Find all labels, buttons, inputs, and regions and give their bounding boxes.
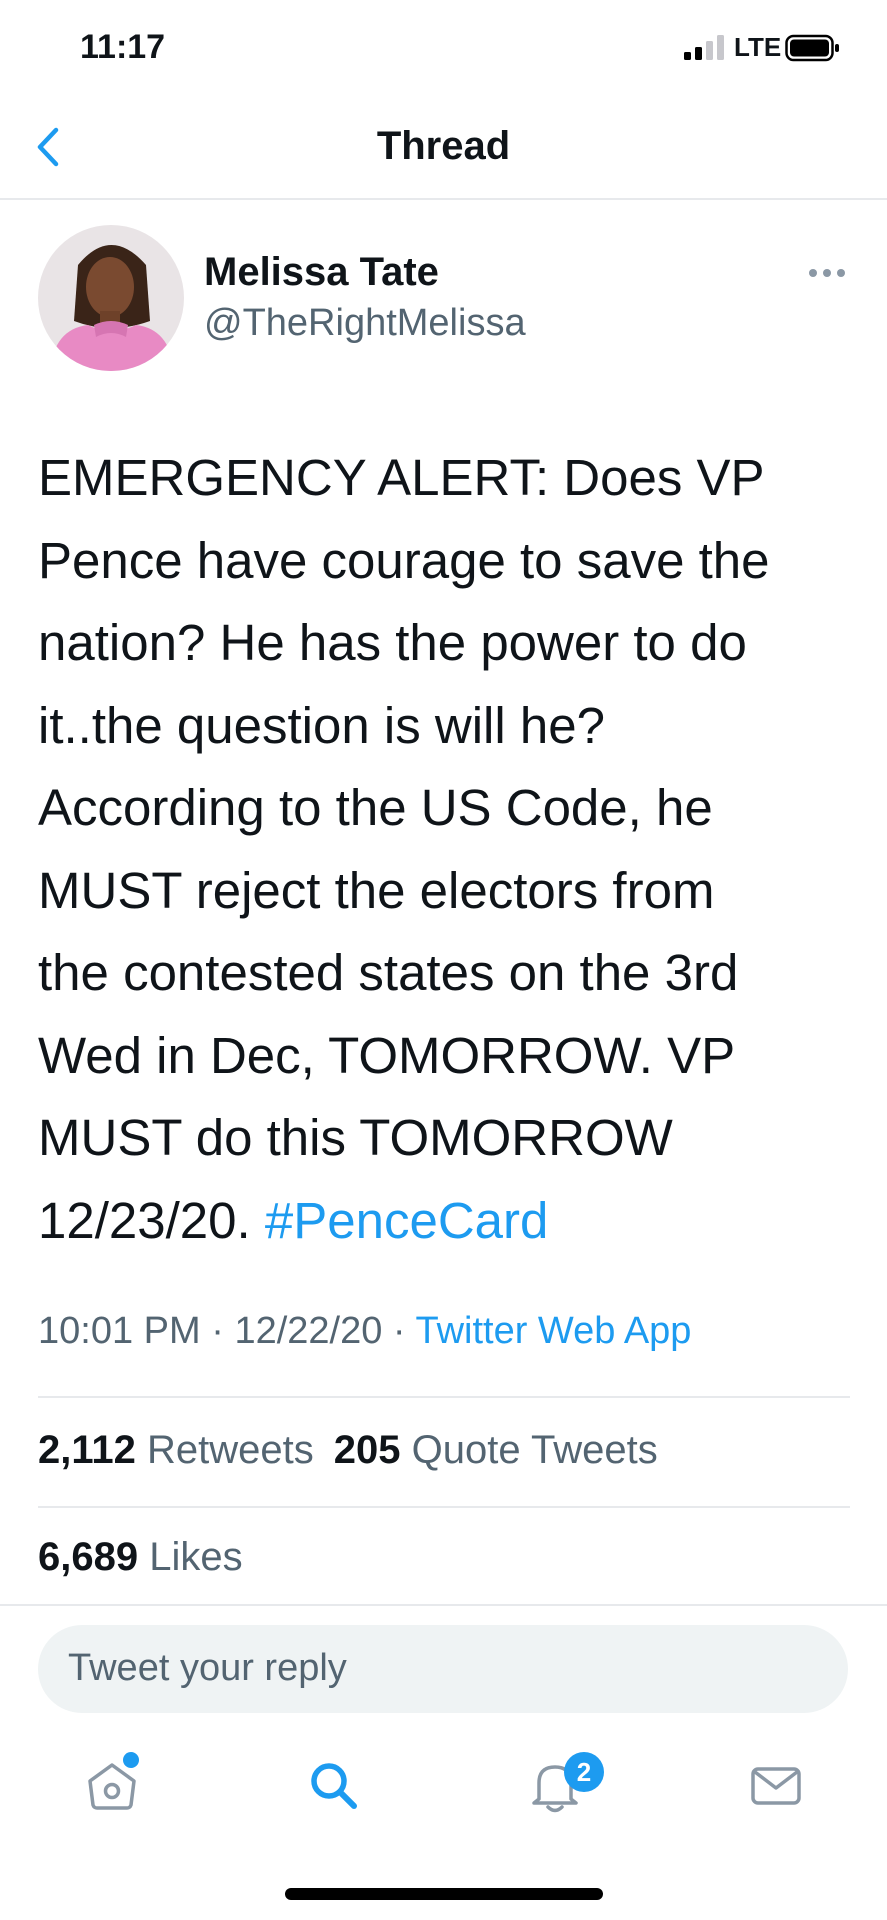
avatar-image [38, 225, 184, 371]
likes-stat[interactable]: 6,689 Likes [38, 1535, 243, 1579]
reply-placeholder: Tweet your reply [68, 1647, 347, 1689]
retweets-label: Retweets [147, 1428, 314, 1472]
tweet-meta: 10:01 PM · 12/22/20 · Twitter Web App [38, 1310, 691, 1353]
avatar[interactable] [38, 225, 184, 371]
divider [38, 1506, 850, 1508]
meta-separator: · [211, 1310, 224, 1352]
likes-row: 6,689 Likes [38, 1535, 263, 1580]
author-name[interactable]: Melissa Tate [204, 250, 439, 295]
reply-input[interactable]: Tweet your reply [38, 1625, 848, 1713]
likes-label: Likes [149, 1535, 243, 1579]
tweet-body: EMERGENCY ALERT: Does VP Pence have cour… [38, 449, 770, 1249]
navigation-bar: Thread [0, 100, 887, 200]
quote-tweets-stat[interactable]: 205 Quote Tweets [334, 1428, 658, 1472]
network-label: LTE [734, 32, 782, 62]
meta-separator: · [392, 1310, 406, 1352]
hashtag-link[interactable]: #PenceCard [265, 1192, 549, 1249]
more-options-icon[interactable] [805, 260, 849, 286]
quote-tweets-count: 205 [333, 1428, 401, 1472]
tweet-text: EMERGENCY ALERT: Does VP Pence have cour… [38, 437, 858, 1262]
signal-icon [684, 35, 724, 60]
search-icon[interactable] [303, 1755, 363, 1815]
status-time: 11:17 [80, 28, 166, 66]
tweet-date: 12/22/20 [234, 1310, 383, 1352]
page-title: Thread [376, 124, 511, 168]
notifications-badge: 2 [564, 1752, 604, 1792]
likes-count: 6,689 [38, 1535, 139, 1579]
messages-icon[interactable] [746, 1755, 806, 1815]
home-indicator [285, 1888, 603, 1900]
tweet-time: 10:01 PM [38, 1310, 201, 1352]
author-handle[interactable]: @TheRightMelissa [204, 302, 526, 345]
tweet-source-link[interactable]: Twitter Web App [415, 1310, 691, 1352]
stats-row: 2,112 Retweets 205 Quote Tweets [38, 1428, 678, 1473]
quote-tweets-label: Quote Tweets [411, 1428, 658, 1472]
status-bar: 11:17 LTE [0, 0, 887, 100]
retweets-stat[interactable]: 2,112 Retweets [38, 1428, 314, 1472]
home-unread-dot [123, 1752, 139, 1768]
battery-icon [785, 34, 839, 62]
divider [38, 1396, 850, 1398]
retweets-count: 2,112 [38, 1428, 136, 1472]
divider [0, 1604, 887, 1606]
